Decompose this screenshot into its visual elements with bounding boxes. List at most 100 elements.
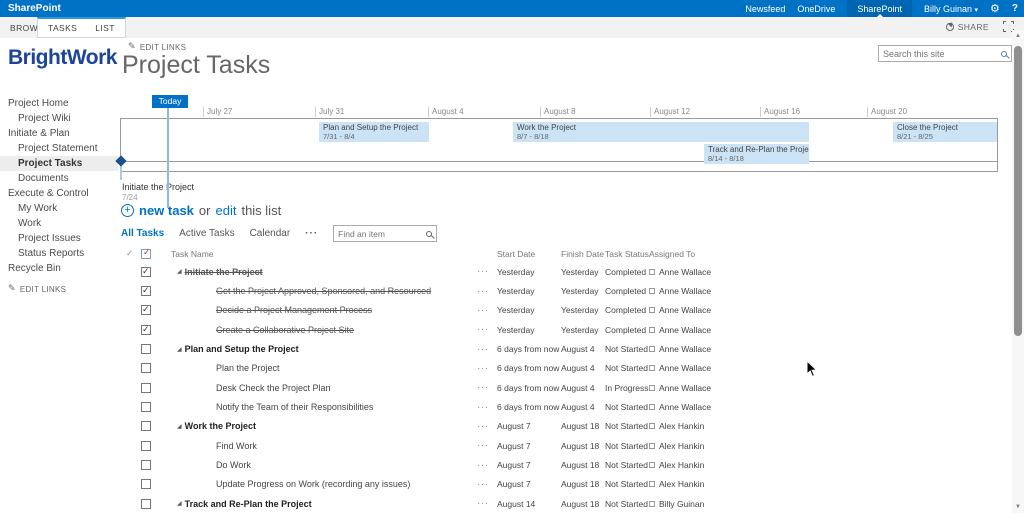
row-menu-button[interactable]: ···: [477, 344, 497, 355]
sidebar-item-my-work[interactable]: My Work: [0, 201, 118, 216]
row-menu-button[interactable]: ···: [477, 286, 497, 297]
task-checkbox[interactable]: [141, 305, 151, 315]
assignee-link[interactable]: Anne Wallace: [659, 286, 711, 296]
sidebar-item-project-tasks[interactable]: Project Tasks: [0, 156, 118, 171]
view-calendar[interactable]: Calendar: [250, 228, 291, 239]
task-checkbox[interactable]: [141, 402, 151, 412]
search-icon[interactable]: [1001, 51, 1007, 57]
table-row[interactable]: Desk Check the Project Plan ··· 6 days f…: [118, 378, 988, 397]
assignee-link[interactable]: Anne Wallace: [659, 363, 711, 373]
onedrive-link[interactable]: OneDrive: [797, 4, 835, 14]
row-menu-button[interactable]: ···: [477, 421, 497, 432]
table-row[interactable]: Plan the Project ··· 6 days from now Aug…: [118, 359, 988, 378]
col-start-date[interactable]: Start Date: [497, 249, 561, 259]
sidebar-item-project-issues[interactable]: Project Issues: [0, 231, 118, 246]
gear-icon[interactable]: ⚙: [990, 2, 1000, 15]
table-row[interactable]: Create a Collaborative Project Site ··· …: [118, 320, 988, 339]
sharepoint-link[interactable]: SharePoint: [847, 0, 912, 17]
assignee-link[interactable]: Alex Hankin: [659, 441, 704, 451]
sidebar-item-recycle-bin[interactable]: Recycle Bin: [0, 261, 118, 276]
row-menu-button[interactable]: ···: [477, 402, 497, 413]
sidebar-item-status-reports[interactable]: Status Reports: [0, 246, 118, 261]
row-menu-button[interactable]: ···: [477, 363, 497, 374]
plus-icon[interactable]: +: [121, 204, 134, 217]
task-checkbox[interactable]: [141, 267, 151, 277]
sidebar-item-project-wiki[interactable]: Project Wiki: [0, 111, 118, 126]
row-menu-button[interactable]: ···: [477, 305, 497, 316]
table-row[interactable]: Do Work ··· August 7 August 18 Not Start…: [118, 455, 988, 474]
sidebar-edit-links[interactable]: ✎ EDIT LINKS: [0, 284, 118, 294]
scrollbar-thumb[interactable]: [1014, 46, 1022, 336]
sidebar-item-work[interactable]: Work: [0, 216, 118, 231]
scroll-down-icon[interactable]: ▼: [1012, 501, 1024, 513]
tab-list[interactable]: LIST: [95, 23, 115, 33]
assignee-link[interactable]: Anne Wallace: [659, 305, 711, 315]
timeline-bar-close[interactable]: Close the Project 8/21 - 8/25: [893, 122, 997, 142]
timeline-bar-work[interactable]: Work the Project 8/7 - 8/18: [513, 122, 809, 142]
sidebar-item-documents[interactable]: Documents: [0, 171, 118, 186]
assignee-link[interactable]: Alex Hankin: [659, 421, 704, 431]
table-row[interactable]: ◢Track and Re-Plan the Project ··· Augus…: [118, 494, 988, 513]
timeline-bar-track[interactable]: Track and Re-Plan the Project 8/14 - 8/1…: [704, 144, 809, 164]
vertical-scrollbar[interactable]: ▲ ▼: [1012, 30, 1024, 513]
task-checkbox[interactable]: [141, 286, 151, 296]
collapse-triangle-icon[interactable]: ◢: [177, 423, 182, 430]
table-row[interactable]: Update Progress on Work (recording any i…: [118, 475, 988, 494]
find-item-input[interactable]: [338, 229, 422, 239]
row-menu-button[interactable]: ···: [477, 460, 497, 471]
task-checkbox[interactable]: [141, 344, 151, 354]
row-menu-button[interactable]: ···: [477, 479, 497, 490]
collapse-triangle-icon[interactable]: ◢: [177, 268, 182, 275]
row-menu-button[interactable]: ···: [477, 440, 497, 451]
task-checkbox[interactable]: [141, 383, 151, 393]
user-menu[interactable]: Billy Guinan ▾: [924, 4, 978, 14]
sidebar-item-execute-control[interactable]: Execute & Control: [0, 186, 118, 201]
search-icon[interactable]: [426, 231, 432, 237]
table-row[interactable]: Get the Project Approved, Sponsored, and…: [118, 281, 988, 300]
share-button[interactable]: SHARE: [946, 22, 989, 32]
view-more-button[interactable]: ···: [305, 228, 318, 239]
table-row[interactable]: Notify the Team of their Responsibilitie…: [118, 397, 988, 416]
assignee-link[interactable]: Anne Wallace: [659, 344, 711, 354]
col-task-name[interactable]: Task Name: [171, 249, 477, 259]
table-row[interactable]: ◢Work the Project ··· August 7 August 18…: [118, 417, 988, 436]
row-menu-button[interactable]: ···: [477, 324, 497, 335]
assignee-link[interactable]: Billy Guinan: [659, 499, 704, 509]
table-row[interactable]: Decide a Project Management Process ··· …: [118, 301, 988, 320]
assignee-link[interactable]: Anne Wallace: [659, 383, 711, 393]
row-menu-button[interactable]: ···: [477, 382, 497, 393]
table-row[interactable]: ◢Plan and Setup the Project ··· 6 days f…: [118, 339, 988, 358]
task-checkbox[interactable]: [141, 325, 151, 335]
task-checkbox[interactable]: [141, 499, 151, 509]
collapse-triangle-icon[interactable]: ◢: [177, 500, 182, 507]
task-checkbox[interactable]: [141, 363, 151, 373]
select-all-check-icon[interactable]: ✓: [118, 249, 141, 258]
edit-list-link[interactable]: edit: [215, 203, 236, 218]
sidebar-item-initiate-plan[interactable]: Initiate & Plan: [0, 126, 118, 141]
assignee-link[interactable]: Anne Wallace: [659, 402, 711, 412]
newsfeed-link[interactable]: Newsfeed: [745, 4, 785, 14]
task-checkbox[interactable]: [141, 479, 151, 489]
task-checkbox[interactable]: [141, 441, 151, 451]
table-row[interactable]: Find Work ··· August 7 August 18 Not Sta…: [118, 436, 988, 455]
view-active-tasks[interactable]: Active Tasks: [179, 228, 234, 239]
col-finish-date[interactable]: Finish Date: [561, 249, 605, 259]
assignee-link[interactable]: Alex Hankin: [659, 460, 704, 470]
sidebar-item-project-home[interactable]: Project Home: [0, 96, 118, 111]
row-menu-button[interactable]: ···: [477, 498, 497, 509]
task-checkbox[interactable]: [141, 460, 151, 470]
assignee-link[interactable]: Alex Hankin: [659, 479, 704, 489]
task-checkbox[interactable]: [141, 421, 151, 431]
assignee-link[interactable]: Anne Wallace: [659, 325, 711, 335]
col-task-status[interactable]: Task Status: [605, 249, 649, 259]
table-row[interactable]: ◢Initiate the Project ··· Yesterday Yest…: [118, 262, 988, 281]
scroll-up-icon[interactable]: ▲: [1012, 30, 1024, 42]
row-menu-button[interactable]: ···: [477, 266, 497, 277]
col-assigned-to[interactable]: Assigned To: [649, 249, 988, 259]
collapse-triangle-icon[interactable]: ◢: [177, 346, 182, 353]
timeline-bar-plan[interactable]: Plan and Setup the Project 7/31 - 8/4: [319, 122, 429, 142]
help-icon[interactable]: ?: [1012, 3, 1018, 14]
site-search-input[interactable]: [883, 49, 997, 59]
view-all-tasks[interactable]: All Tasks: [121, 228, 164, 239]
assignee-link[interactable]: Anne Wallace: [659, 267, 711, 277]
